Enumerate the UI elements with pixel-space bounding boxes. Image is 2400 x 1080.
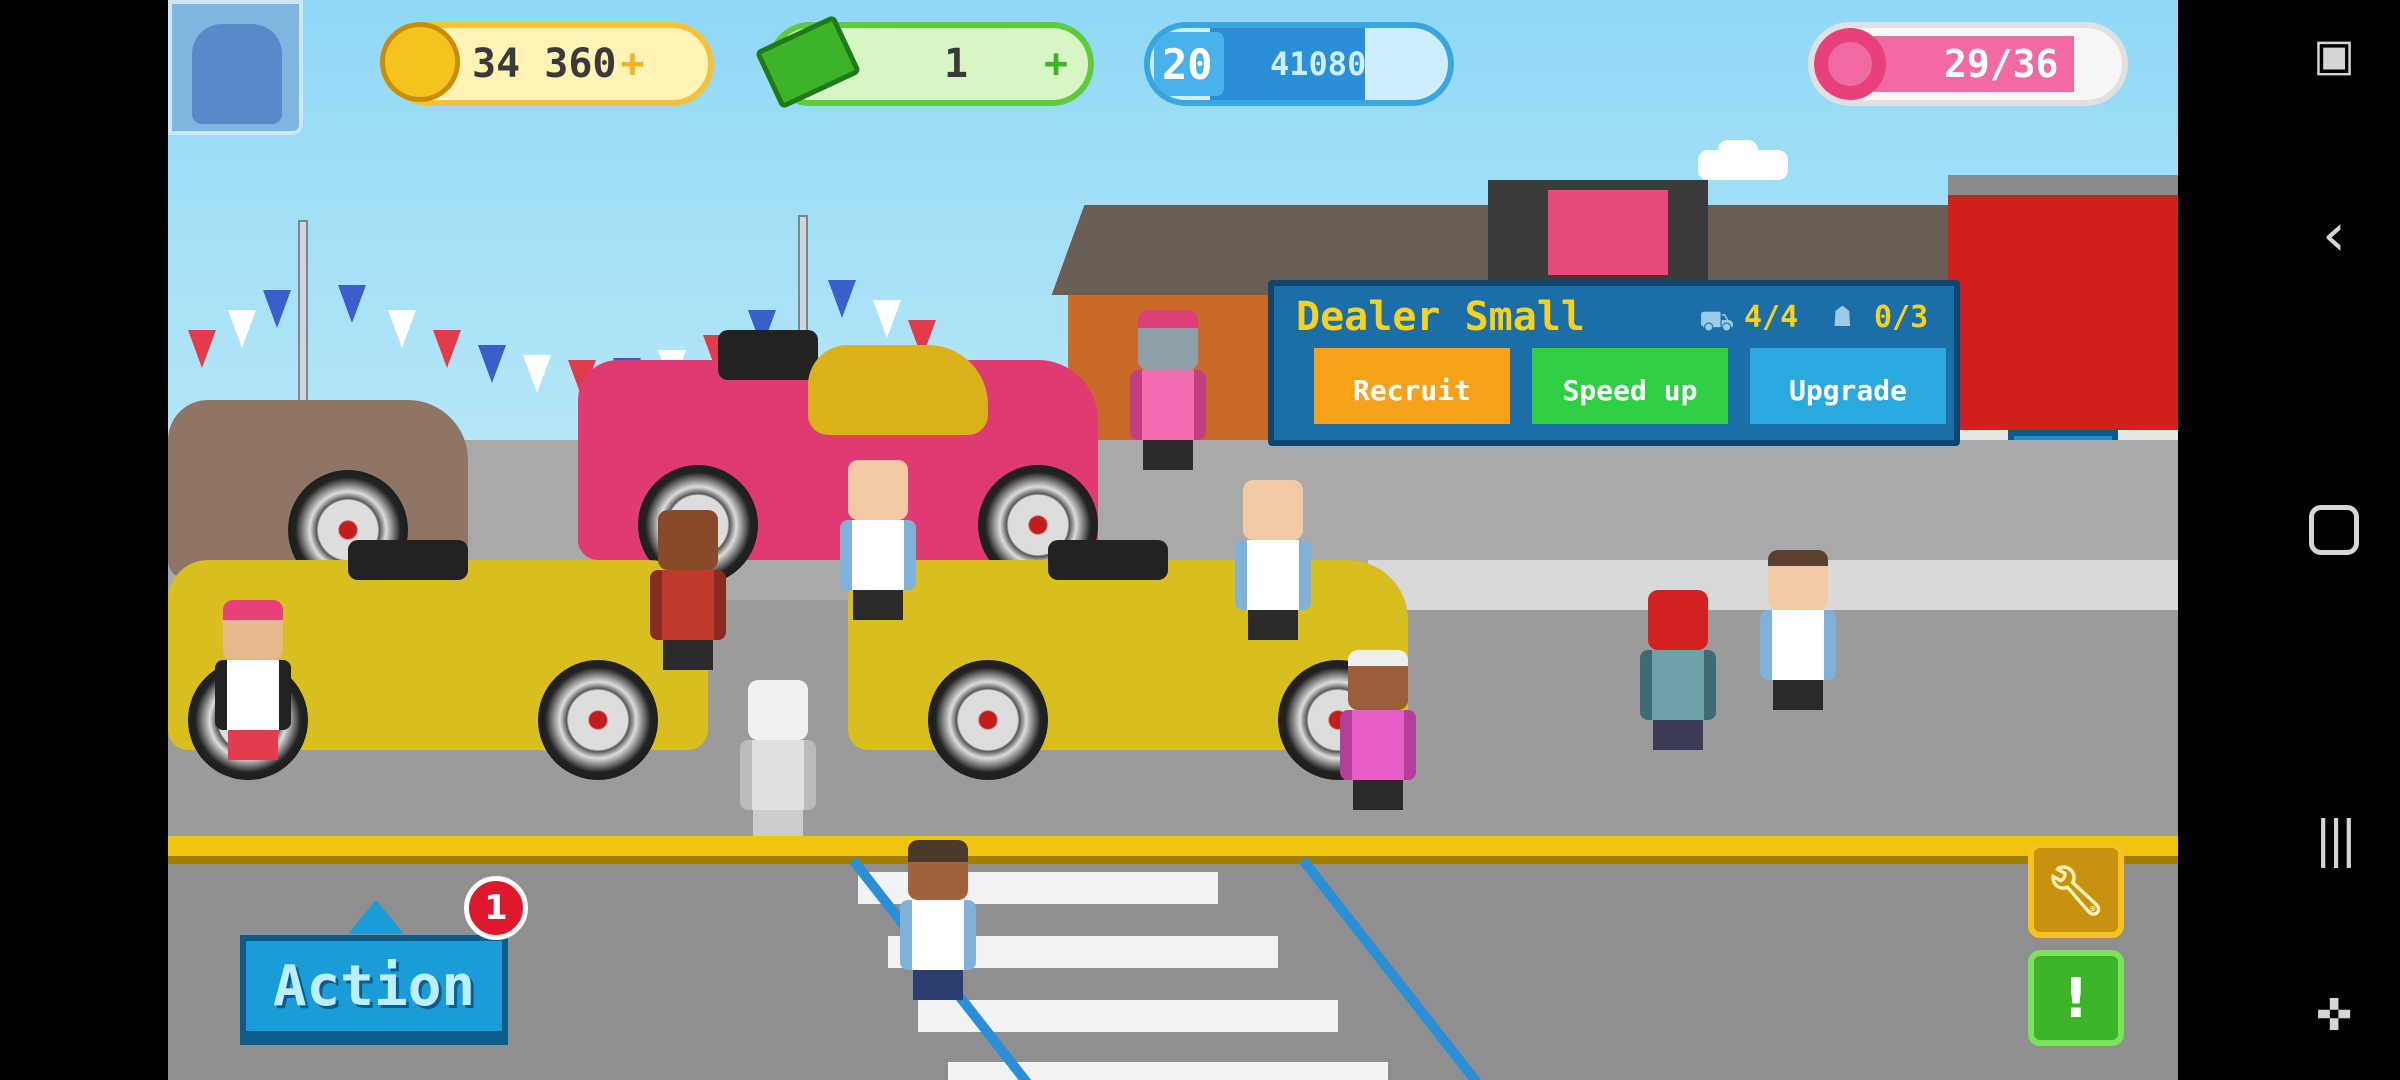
- dealer-staff-stat: 0/3: [1874, 300, 1929, 335]
- bunting-flag: [188, 330, 216, 368]
- upgrade-label: Upgrade: [1788, 373, 1907, 407]
- car-icon: ⛟: [1699, 304, 1735, 337]
- donut-value: 29/36: [1944, 42, 2059, 86]
- coin-icon: [380, 22, 460, 102]
- customer-dreadlocks[interactable]: [898, 840, 978, 1000]
- game-tools-icon[interactable]: ✜: [2304, 990, 2364, 1041]
- cash-plus-button[interactable]: +: [1044, 41, 1068, 87]
- dealer-panel: Dealer Small ⛟ 4/4 ☗ 0/3 Recruit Speed u…: [1268, 280, 1960, 446]
- letterbox-left: [0, 0, 168, 1080]
- upgrade-button[interactable]: Upgrade: [1750, 348, 1946, 424]
- bunting-flag: [338, 285, 366, 323]
- profile-avatar[interactable]: [168, 0, 303, 135]
- customer-pink-cap[interactable]: [1128, 310, 1208, 470]
- action-badge: 1: [464, 876, 528, 940]
- screenshot-icon[interactable]: ▣: [2304, 30, 2364, 81]
- home-icon[interactable]: [2304, 505, 2364, 555]
- cash-counter[interactable]: 1 +: [754, 14, 1094, 110]
- customer-red-helmet[interactable]: [1638, 590, 1718, 750]
- game-viewport[interactable]: 34 360 + 1 + 20 41080xp 29/36 Dealer Sma…: [168, 0, 2178, 1080]
- staff-icon: ☗: [1834, 300, 1851, 333]
- coins-value: 34 360: [472, 41, 617, 87]
- action-button[interactable]: Action: [240, 935, 508, 1045]
- avatar-image: [192, 24, 282, 124]
- bunting-flag: [228, 310, 256, 348]
- donut-icon: [1814, 28, 1886, 100]
- salesman-bald[interactable]: [838, 460, 918, 620]
- salesman-beard[interactable]: [1758, 550, 1838, 710]
- wrench-icon: 🔧︎: [2045, 862, 2107, 919]
- dealer-cars-stat: 4/4: [1744, 300, 1799, 335]
- bunting-flag: [433, 330, 461, 368]
- car-yellow-small[interactable]: [808, 345, 988, 435]
- action-label: Action: [272, 953, 476, 1019]
- recents-icon[interactable]: |||: [2304, 810, 2364, 868]
- bunting-flag: [478, 345, 506, 383]
- coins-plus-button[interactable]: +: [621, 41, 645, 87]
- dealership-logo: [1548, 190, 1668, 275]
- system-nav-bar: [2178, 0, 2400, 1080]
- tools-button[interactable]: 🔧︎: [2028, 842, 2124, 938]
- customer-pink-hair[interactable]: [213, 600, 293, 760]
- xp-counter[interactable]: 20 41080xp: [1144, 22, 1454, 106]
- level-value: 20: [1162, 39, 1213, 89]
- customer-dark[interactable]: [648, 510, 728, 670]
- bunting-flag: [388, 310, 416, 348]
- donut-counter[interactable]: 29/36: [1808, 22, 2128, 106]
- back-icon[interactable]: ‹: [2304, 200, 2364, 270]
- speed-up-button[interactable]: Speed up: [1532, 348, 1728, 424]
- customer-white-hood[interactable]: [738, 680, 818, 840]
- dealer-title: Dealer Small: [1296, 294, 1585, 340]
- bunting-flag: [263, 290, 291, 328]
- xp-value: 41080xp: [1270, 45, 1405, 83]
- recruit-label: Recruit: [1352, 373, 1471, 407]
- cloud: [1718, 140, 1758, 160]
- action-arrow-icon: [348, 900, 404, 934]
- cash-value: 1: [944, 41, 969, 87]
- salesman-sunglasses[interactable]: [1233, 480, 1313, 640]
- bunting-flag: [828, 280, 856, 318]
- coins-counter[interactable]: 34 360 +: [380, 22, 714, 106]
- exclamation-icon: !: [2063, 966, 2089, 1030]
- car-yellow-convertible[interactable]: [848, 540, 1408, 780]
- speed-up-label: Speed up: [1562, 373, 1698, 407]
- bunting-flag: [523, 355, 551, 393]
- recruit-button[interactable]: Recruit: [1314, 348, 1510, 424]
- alerts-button[interactable]: !: [2028, 950, 2124, 1046]
- bunting-flag: [873, 300, 901, 338]
- customer-white-hair[interactable]: [1338, 650, 1418, 810]
- curb: [168, 836, 2178, 864]
